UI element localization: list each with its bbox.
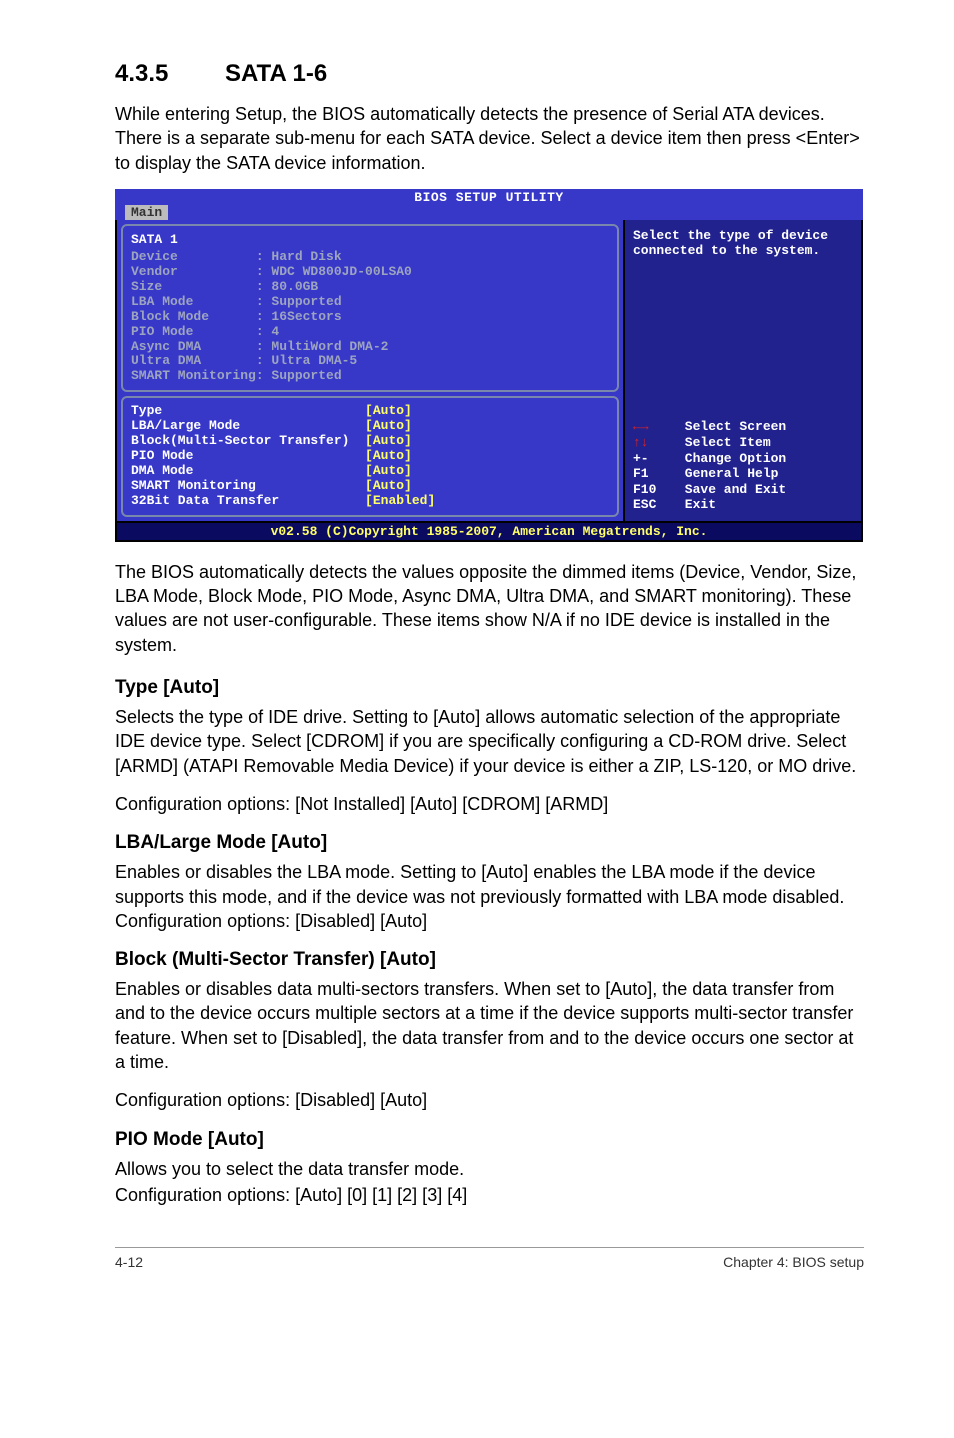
bios-panel-title: SATA 1 [131,232,609,247]
block-paragraph-2: Configuration options: [Disabled] [Auto] [115,1088,864,1112]
after-bios-paragraph: The BIOS automatically detects the value… [115,560,864,657]
bios-legend-row: +- Change Option [633,451,855,467]
page-footer: 4-12 Chapter 4: BIOS setup [115,1247,864,1270]
subheading-type: Type [Auto] [115,677,864,699]
pio-paragraph-2: Configuration options: [Auto] [0] [1] [2… [115,1183,864,1207]
bios-legend-row: ←→ Select Screen [633,419,855,435]
subheading-pio: PIO Mode [Auto] [115,1129,864,1151]
bios-screenshot: BIOS SETUP UTILITY Main SATA 1 Device : … [115,189,863,542]
bios-detected-row: LBA Mode : Supported [131,295,609,310]
chapter-label: Chapter 4: BIOS setup [723,1254,864,1270]
bios-detected-row: SMART Monitoring: Supported [131,369,609,384]
bios-tab-main: Main [125,205,168,220]
bios-titlebar: BIOS SETUP UTILITY [115,189,863,205]
lba-paragraph: Enables or disables the LBA mode. Settin… [115,860,864,933]
bios-footer: v02.58 (C)Copyright 1985-2007, American … [115,523,863,542]
bios-legend-row: ↑↓ Select Item [633,435,855,451]
bios-legend-row: ESC Exit [633,497,855,513]
bios-legend-row: F1 General Help [633,466,855,482]
bios-config-row: Type [Auto] [131,404,609,419]
bios-detected-row: Async DMA : MultiWord DMA-2 [131,340,609,355]
bios-config-row: SMART Monitoring [Auto] [131,479,609,494]
bios-detected-row: PIO Mode : 4 [131,325,609,340]
bios-detected-row: Size : 80.0GB [131,280,609,295]
bios-help-panel: Select the type of device connected to t… [623,220,861,521]
bios-detected-row: Vendor : WDC WD800JD-00LSA0 [131,265,609,280]
bios-config-panel: Type [Auto]LBA/Large Mode [Auto]Block(Mu… [121,396,619,517]
bios-key-legend: ←→ Select Screen↑↓ Select Item+- Change … [633,419,855,513]
bios-config-row: 32Bit Data Transfer [Enabled] [131,494,609,509]
subheading-block: Block (Multi-Sector Transfer) [Auto] [115,949,864,971]
bios-config-row: DMA Mode [Auto] [131,464,609,479]
type-paragraph-2: Configuration options: [Not Installed] [… [115,792,864,816]
section-title-text: SATA 1-6 [225,60,327,87]
bios-detected-row: Ultra DMA : Ultra DMA-5 [131,354,609,369]
section-heading: 4.3.5SATA 1-6 [115,60,864,88]
bios-detected-panel: SATA 1 Device : Hard DiskVendor : WDC WD… [121,224,619,392]
bios-detected-row: Device : Hard Disk [131,250,609,265]
bios-detected-row: Block Mode : 16Sectors [131,310,609,325]
type-paragraph-1: Selects the type of IDE drive. Setting t… [115,705,864,778]
section-number: 4.3.5 [115,60,225,88]
intro-paragraph: While entering Setup, the BIOS automatic… [115,102,864,175]
bios-config-row: PIO Mode [Auto] [131,449,609,464]
bios-help-text: Select the type of device connected to t… [633,228,855,259]
pio-paragraph-1: Allows you to select the data transfer m… [115,1157,864,1181]
bios-config-row: LBA/Large Mode [Auto] [131,419,609,434]
block-paragraph-1: Enables or disables data multi-sectors t… [115,977,864,1074]
bios-config-row: Block(Multi-Sector Transfer) [Auto] [131,434,609,449]
bios-legend-row: F10 Save and Exit [633,482,855,498]
bios-tabbar: Main [115,205,863,220]
page-number: 4-12 [115,1254,143,1270]
subheading-lba: LBA/Large Mode [Auto] [115,832,864,854]
